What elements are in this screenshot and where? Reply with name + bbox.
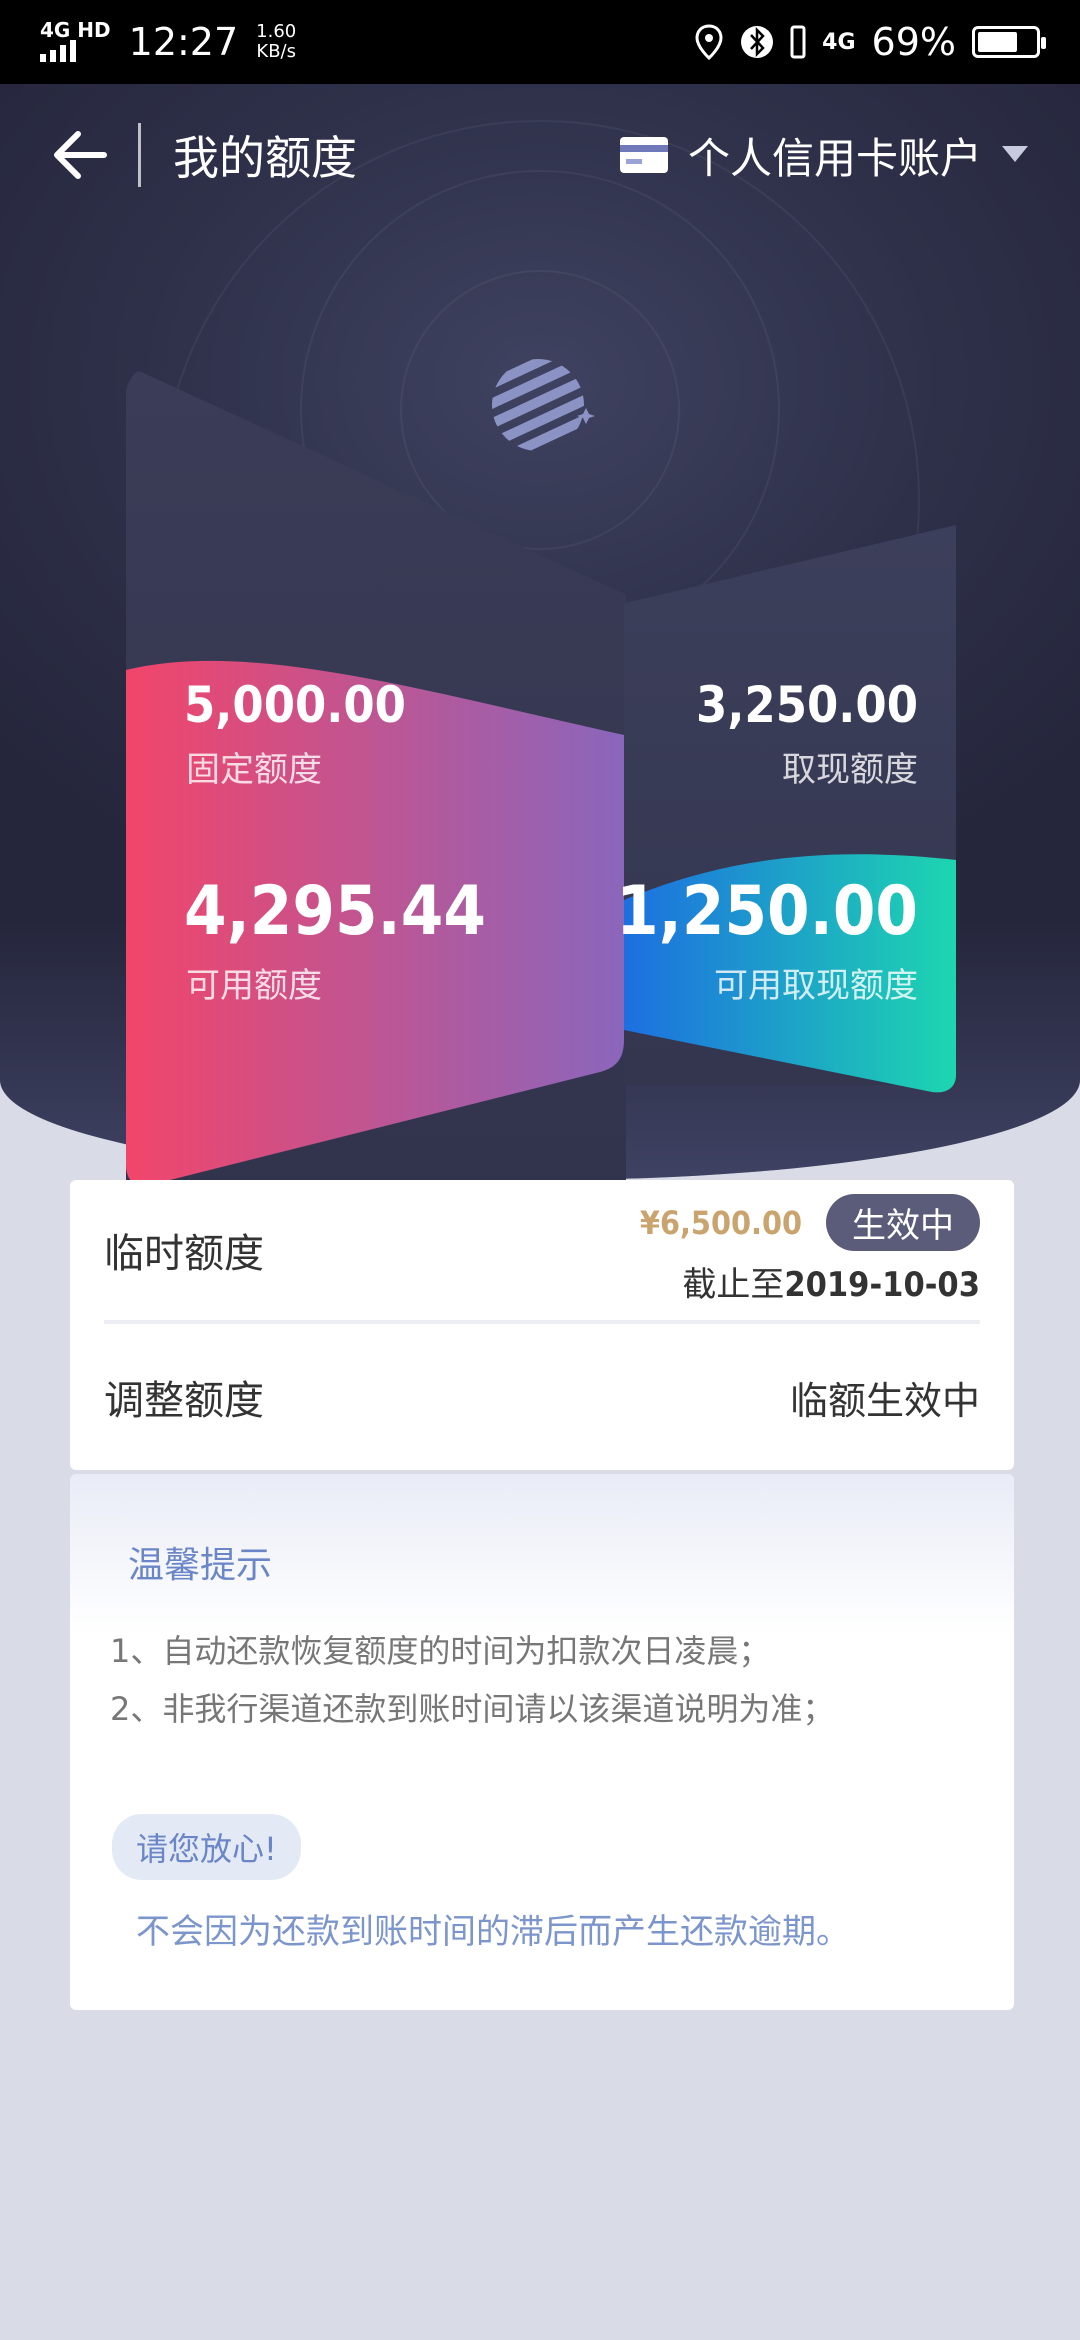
reassure-text: 不会因为还款到账时间的滞后而产生还款逾期。 <box>136 1912 850 1952</box>
cash-limit-amount: 3,250.00 <box>696 676 918 734</box>
available-limit-amount: 4,295.44 <box>184 872 486 951</box>
fixed-limit-label: 固定额度 <box>186 750 322 790</box>
temp-limit-deadline: 截止至2019-10-03 <box>682 1257 980 1306</box>
tips-title: 温馨提示 <box>128 1545 273 1586</box>
temp-limit-amount: ¥6,500.00 <box>639 1203 802 1242</box>
adjust-limit-label: 调整额度 <box>104 1378 264 1424</box>
deadline-prefix: 截止至 <box>682 1265 785 1305</box>
reassure-badge: 请您放心! <box>112 1814 301 1880</box>
cash-limit-label: 取现额度 <box>782 750 918 790</box>
available-cash-label: 可用取现额度 <box>714 966 918 1006</box>
temp-limit-row[interactable]: 临时额度 ¥6,500.00 生效中 截止至2019-10-03 <box>104 1180 980 1320</box>
tip-item: 1、自动还款恢复额度的时间为扣款次日凌晨； <box>110 1632 771 1670</box>
limit-gradient-shapes <box>126 660 956 1186</box>
adjust-limit-row[interactable]: 调整额度 临额生效中 <box>104 1324 980 1470</box>
deadline-date: 2019-10-03 <box>784 1265 980 1305</box>
temp-limit-label: 临时额度 <box>104 1231 264 1277</box>
limit-details-panel: 临时额度 ¥6,500.00 生效中 截止至2019-10-03 调整额度 临额… <box>70 1180 1014 1470</box>
temp-limit-info: ¥6,500.00 生效中 截止至2019-10-03 <box>640 1194 980 1306</box>
tip-item: 2、非我行渠道还款到账时间请以该渠道说明为准； <box>110 1690 835 1728</box>
tips-panel: 温馨提示 1、自动还款恢复额度的时间为扣款次日凌晨； 2、非我行渠道还款到账时间… <box>70 1474 1014 2010</box>
fixed-limit-amount: 5,000.00 <box>184 676 406 734</box>
available-limit-label: 可用额度 <box>186 966 322 1006</box>
status-badge: 生效中 <box>826 1194 980 1251</box>
adjust-limit-status: 临额生效中 <box>789 1378 980 1423</box>
available-cash-amount: 1,250.00 <box>616 872 918 951</box>
